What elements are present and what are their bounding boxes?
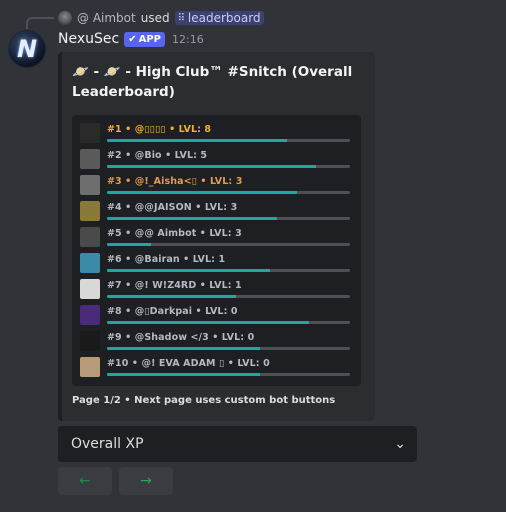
leaderboard-row: #9 • @Shadow </3 • LVL: 0 — [80, 331, 352, 353]
leaderboard-row: #3 • @!_Aisha<▯ • LVL: 3 — [80, 175, 352, 197]
xp-progress-bar — [107, 191, 350, 194]
avatar-letter-icon: N — [16, 35, 38, 63]
leaderboard-row: #4 • @@JAISON • LVL: 3 — [80, 201, 352, 223]
xp-progress-bar — [107, 347, 350, 350]
user-avatar — [80, 357, 100, 377]
xp-progress-bar — [107, 269, 350, 272]
leaderboard-entry-text: #10 • @! EVA ADAM ▯ • LVL: 0 — [107, 358, 270, 369]
xp-progress-bar — [107, 321, 350, 324]
grid-icon: ⠿ — [177, 12, 185, 24]
leaderboard-entry-text: #1 • @▯▯▯▯ • LVL: 8 — [107, 124, 212, 135]
reply-bot-name[interactable]: @ Aimbot — [77, 11, 136, 25]
leaderboard-row: #8 • @▯Darkpai • LVL: 0 — [80, 305, 352, 327]
leaderboard-entry-text: #8 • @▯Darkpai • LVL: 0 — [107, 306, 238, 317]
leaderboard-row: #5 • @@ Aimbot • LVL: 3 — [80, 227, 352, 249]
user-avatar — [80, 305, 100, 325]
user-avatar — [80, 123, 100, 143]
xp-progress-fill — [107, 321, 309, 324]
xp-progress-fill — [107, 191, 297, 194]
leaderboard-row: #1 • @▯▯▯▯ • LVL: 8 — [80, 123, 352, 145]
sort-select[interactable]: Overall XP ⌄ — [58, 426, 417, 462]
leaderboard-row: #10 • @! EVA ADAM ▯ • LVL: 0 — [80, 357, 352, 379]
next-page-button[interactable]: → — [119, 467, 173, 495]
leaderboard-entry-text: #2 • @Bio • LVL: 5 — [107, 150, 208, 161]
previous-page-button[interactable]: ← — [58, 467, 112, 495]
xp-progress-bar — [107, 295, 350, 298]
check-icon: ✔ — [128, 33, 137, 45]
username[interactable]: NexuSec — [58, 31, 119, 47]
user-avatar — [80, 253, 100, 273]
app-badge-label: APP — [138, 33, 161, 45]
user-avatar — [80, 227, 100, 247]
xp-progress-fill — [107, 347, 261, 350]
xp-progress-fill — [107, 373, 261, 376]
leaderboard-image[interactable]: #1 • @▯▯▯▯ • LVL: 8 #2 • @Bio • LVL: 5 #3 … — [72, 115, 361, 386]
xp-progress-bar — [107, 243, 350, 246]
leaderboard-entry-text: #7 • @! W!Z4RD • LVL: 1 — [107, 280, 242, 291]
embed-footer: Page 1/2 • Next page uses custom bot but… — [72, 395, 336, 406]
slash-command-label: leaderboard — [187, 11, 261, 25]
app-badge: ✔ APP — [124, 31, 165, 47]
leaderboard-entry-text: #3 • @!_Aisha<▯ • LVL: 3 — [107, 176, 243, 187]
xp-progress-bar — [107, 217, 350, 220]
leaderboard-embed: 🪐 - 🪐 - High Club™ #Snitch (Overall Lead… — [58, 52, 375, 421]
reply-reference[interactable]: @ Aimbot used ⠿ leaderboard — [58, 10, 264, 26]
reply-spine — [26, 17, 54, 29]
xp-progress-fill — [107, 243, 151, 246]
user-avatar — [80, 279, 100, 299]
reply-used-text: used — [140, 11, 170, 25]
xp-progress-fill — [107, 295, 236, 298]
xp-progress-bar — [107, 139, 350, 142]
chevron-down-icon: ⌄ — [394, 436, 406, 452]
xp-progress-fill — [107, 269, 270, 272]
sort-select-value: Overall XP — [71, 436, 144, 452]
leaderboard-entry-text: #9 • @Shadow </3 • LVL: 0 — [107, 332, 255, 343]
user-avatar — [80, 175, 100, 195]
leaderboard-entry-text: #6 • @Bairan • LVL: 1 — [107, 254, 226, 265]
message-header: NexuSec ✔ APP 12:16 — [58, 31, 204, 47]
xp-progress-fill — [107, 139, 287, 142]
xp-progress-fill — [107, 217, 278, 220]
xp-progress-fill — [107, 165, 316, 168]
bot-mini-avatar — [58, 11, 72, 25]
embed-title: 🪐 - 🪐 - High Club™ #Snitch (Overall Lead… — [72, 64, 353, 100]
xp-progress-bar — [107, 165, 350, 168]
leaderboard-entry-text: #5 • @@ Aimbot • LVL: 3 — [107, 228, 242, 239]
leaderboard-row: #7 • @! W!Z4RD • LVL: 1 — [80, 279, 352, 301]
user-avatar — [80, 331, 100, 351]
user-avatar — [80, 149, 100, 169]
leaderboard-row: #6 • @Bairan • LVL: 1 — [80, 253, 352, 275]
leaderboard-row: #2 • @Bio • LVL: 5 — [80, 149, 352, 171]
xp-progress-bar — [107, 373, 350, 376]
slash-command[interactable]: ⠿ leaderboard — [174, 11, 264, 25]
user-avatar — [80, 201, 100, 221]
timestamp: 12:16 — [172, 32, 204, 46]
leaderboard-entry-text: #4 • @@JAISON • LVL: 3 — [107, 202, 238, 213]
avatar[interactable]: N — [8, 30, 46, 68]
